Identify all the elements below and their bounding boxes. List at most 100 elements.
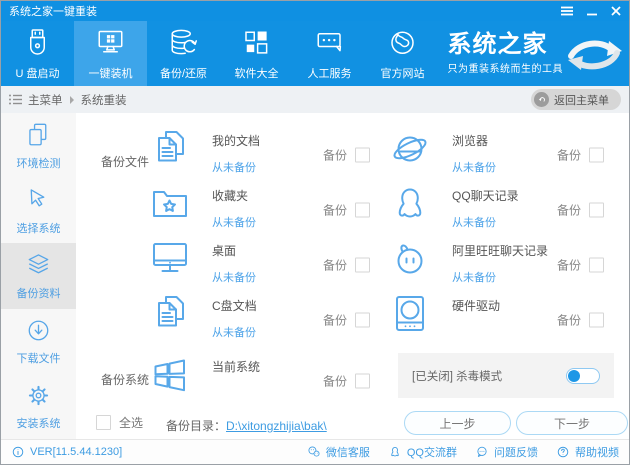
sidebar-label: 选择系统	[16, 222, 61, 235]
nav-item-software[interactable]: 软件大全	[220, 21, 293, 86]
back-to-main-menu-button[interactable]: 返回主菜单	[531, 89, 621, 110]
backup-checkbox-qq-chat[interactable]	[589, 202, 604, 217]
documents-icon	[158, 296, 184, 327]
backup-label: 备份	[556, 258, 581, 272]
feedback-link[interactable]: 问题反馈	[475, 444, 538, 460]
nav-item-service[interactable]: 人工服务	[293, 21, 366, 86]
item-status-link[interactable]: 从未备份	[212, 159, 260, 175]
item-title: 硬件驱动	[452, 299, 501, 313]
backup-checkbox-aliwangwang[interactable]	[589, 257, 604, 272]
browser-icon	[393, 136, 427, 162]
backup-label: 备份	[322, 374, 347, 388]
item-title: 阿里旺旺聊天记录	[452, 244, 549, 258]
sidebar-item-install-system[interactable]: 安装系统	[1, 374, 76, 439]
item-title: 当前系统	[212, 360, 261, 374]
cell-favorites: 收藏夹 从未备份 备份	[148, 182, 370, 237]
nav-item-one-key-install[interactable]: 一键装机	[74, 21, 147, 86]
undo-arrow-icon	[534, 92, 549, 107]
wechat-support-link[interactable]: 微信客服	[307, 444, 370, 460]
item-status-link[interactable]: 从未备份	[212, 214, 256, 230]
backup-restore-icon	[171, 29, 197, 54]
chat-service-icon	[317, 32, 342, 51]
item-status-link[interactable]: 从未备份	[452, 269, 548, 285]
backup-label: 备份	[556, 313, 581, 327]
backup-checkbox-current-system[interactable]	[355, 373, 370, 388]
software-grid-icon	[245, 31, 268, 54]
cell-c-drive-documents: C盘文档 从未备份 备份	[148, 292, 370, 347]
cell-desktop: 桌面 从未备份 备份	[148, 237, 370, 292]
cursor-icon	[30, 189, 45, 207]
item-status-link[interactable]: 从未备份	[452, 214, 519, 230]
version-text: VER[11.5.44.1230]	[30, 446, 123, 458]
cell-hardware-driver: 硬件驱动 备份	[388, 292, 604, 347]
desktop-icon	[153, 243, 187, 272]
status-link-label: 问题反馈	[494, 447, 538, 459]
previous-step-button[interactable]: 上一步	[404, 411, 511, 435]
status-link-label: 帮助视频	[575, 447, 619, 459]
backup-files-label: 备份文件	[101, 155, 150, 169]
feedback-icon	[477, 446, 487, 457]
status-link-label: 微信客服	[325, 447, 370, 459]
nav-label: 软件大全	[234, 67, 279, 80]
qq-group-link[interactable]: QQ交流群	[388, 444, 457, 460]
item-status-link[interactable]: 从未备份	[452, 159, 496, 175]
backup-label: 备份	[322, 258, 347, 272]
aliwangwang-icon	[397, 244, 423, 274]
backup-checkbox-c-drive-docs[interactable]	[355, 312, 370, 327]
cell-qq-chat-history: QQ聊天记录 从未备份 备份	[388, 182, 604, 237]
backup-checkbox-favorites[interactable]	[355, 202, 370, 217]
status-bar: VER[11.5.44.1230] 微信客服 QQ交流群 问题反馈 帮助视频	[1, 439, 629, 464]
backup-checkbox-my-documents[interactable]	[355, 147, 370, 162]
item-status-link[interactable]: 从未备份	[212, 324, 257, 340]
info-icon	[12, 446, 24, 458]
help-video-icon	[557, 446, 569, 458]
sidebar-item-download-files[interactable]: 下载文件	[1, 309, 76, 374]
breadcrumb-current: 系统重装	[80, 94, 127, 107]
antivirus-mode-box: [已关闭] 杀毒模式	[398, 353, 614, 398]
backup-label: 备份	[322, 313, 347, 327]
app-window: 系统之家一键重装 U 盘启动 一键装机 备份/还原 软件大全 人工服务 官方网站…	[0, 0, 630, 465]
window-title: 系统之家一键重装	[9, 6, 97, 18]
status-link-label: QQ交流群	[406, 447, 457, 459]
sidebar-item-backup-data[interactable]: 备份资料	[1, 243, 76, 309]
item-status-link[interactable]: 从未备份	[212, 269, 256, 285]
nav-item-usb-boot[interactable]: U 盘启动	[1, 21, 74, 86]
nav-item-backup-restore[interactable]: 备份/还原	[147, 21, 220, 86]
breadcrumb-arrow-icon	[69, 95, 74, 104]
backup-label: 备份	[556, 203, 581, 217]
documents-icon	[158, 131, 184, 162]
backup-checkbox-browser[interactable]	[589, 147, 604, 162]
sidebar: 环境检测 选择系统 备份资料 下载文件 安装系统	[1, 113, 76, 439]
close-icon[interactable]	[611, 6, 621, 16]
globe-icon	[391, 31, 414, 54]
windows-flag-icon	[154, 359, 185, 392]
backup-checkbox-hardware-driver[interactable]	[589, 312, 604, 327]
select-all-control: 全选	[96, 414, 143, 431]
minimize-icon[interactable]	[587, 6, 597, 16]
item-title: 收藏夹	[212, 189, 249, 203]
sidebar-label: 备份资料	[16, 288, 61, 300]
backup-directory-link[interactable]: D:\xitongzhijia\bak\	[226, 419, 327, 433]
sidebar-item-select-system[interactable]: 选择系统	[1, 178, 76, 243]
breadcrumb-root[interactable]: 主菜单	[28, 92, 63, 108]
sidebar-item-env-check[interactable]: 环境检测	[1, 113, 76, 178]
select-all-checkbox[interactable]	[96, 415, 111, 430]
antivirus-toggle[interactable]	[566, 367, 600, 384]
backup-label: 备份	[322, 148, 347, 162]
backup-system-label: 备份系统	[101, 373, 150, 387]
monitor-windows-icon	[98, 30, 123, 52]
back-button-label: 返回主菜单	[554, 94, 609, 107]
brand-logo: 系统之家 只为重装系统而生的工具	[448, 21, 630, 86]
help-video-link[interactable]: 帮助视频	[556, 444, 619, 460]
menu-icon[interactable]	[561, 6, 573, 16]
cell-my-documents: 我的文档 从未备份 备份	[148, 127, 370, 182]
nav-label: 人工服务	[307, 67, 352, 80]
backup-directory-row: 备份目录：D:\xitongzhijia\bak\	[166, 417, 327, 434]
antivirus-mode-label: [已关闭] 杀毒模式	[412, 370, 503, 383]
backup-items-grid: 我的文档 从未备份 备份 浏览器 从未备份 备份 收藏夹 从未备份 备份 QQ聊…	[148, 127, 604, 347]
backup-directory-label: 备份目录：	[166, 419, 227, 433]
download-icon	[28, 320, 49, 341]
next-step-button[interactable]: 下一步	[516, 411, 628, 435]
nav-item-website[interactable]: 官方网站	[366, 21, 439, 86]
backup-checkbox-desktop[interactable]	[355, 257, 370, 272]
